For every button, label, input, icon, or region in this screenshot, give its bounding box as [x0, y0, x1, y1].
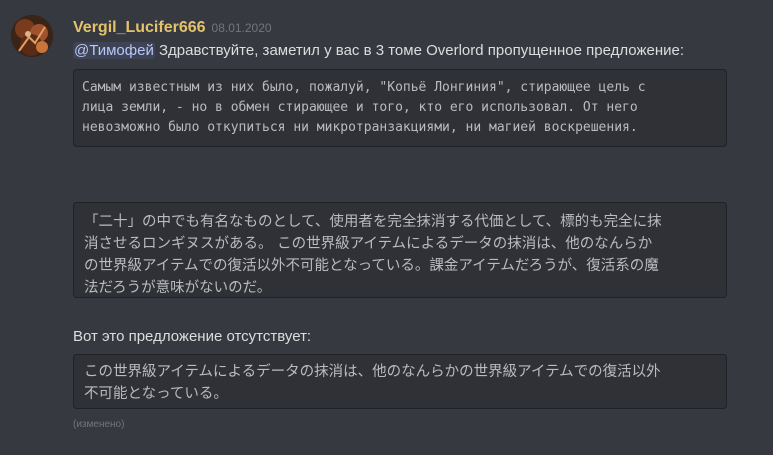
- message-header: Vergil_Lucifer666 08.01.2020: [73, 16, 272, 38]
- username[interactable]: Vergil_Lucifer666: [73, 19, 206, 36]
- message-intro: @Тимофей Здравствуйте, заметил у вас в 3…: [73, 40, 684, 62]
- code-block-missing-sentence: この世界級アイテムによるデータの抹消は、他のなんらかの世界級アイテムでの復活以外…: [73, 354, 727, 409]
- timestamp: 08.01.2020: [211, 21, 272, 35]
- avatar-image: [11, 15, 53, 57]
- chat-message: Vergil_Lucifer666 08.01.2020 @Тимофей Здр…: [0, 0, 773, 455]
- missing-sentence-label: Вот это предложение отсутствует:: [73, 328, 312, 345]
- code-block-japanese: 「二十」の中でも有名なものとして、使用者を完全抹消する代価として、標的も完全に抹…: [73, 202, 727, 298]
- avatar[interactable]: [11, 15, 53, 57]
- edited-label: (изменено): [73, 419, 125, 430]
- code-block-russian: Самым известным из них было, пожалуй, "К…: [73, 69, 727, 147]
- intro-text: Здравствуйте, заметил у вас в 3 томе Ove…: [154, 42, 685, 59]
- user-mention[interactable]: @Тимофей: [73, 42, 155, 59]
